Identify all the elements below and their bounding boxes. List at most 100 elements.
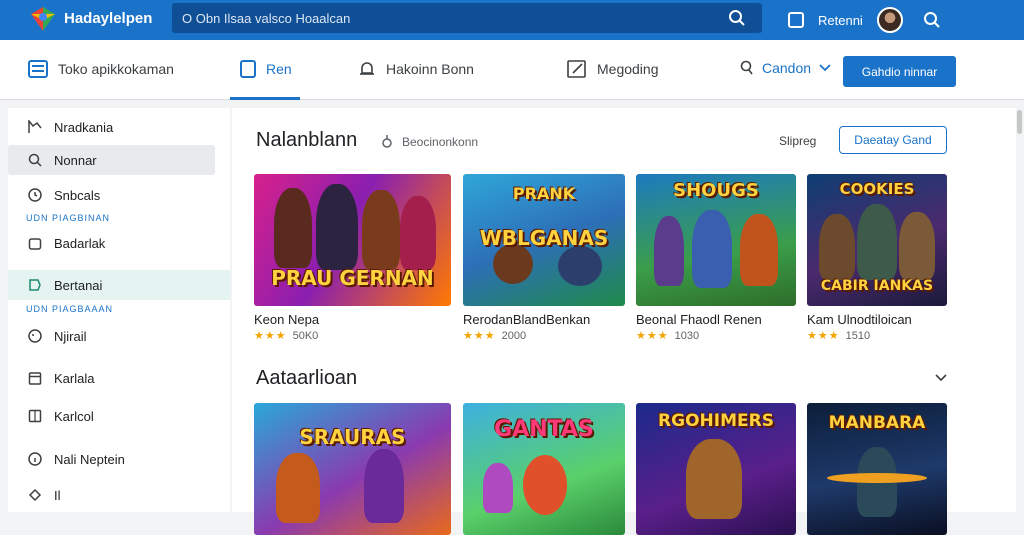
- sidebar-item-nonnar[interactable]: Nonnar: [8, 145, 215, 175]
- app-name: Hadaylelpen: [64, 10, 153, 27]
- phone-icon: [240, 60, 256, 78]
- app-card[interactable]: SHOUGS Beonal Fhaodl Renen ★★★ 1030: [636, 174, 796, 342]
- app-logo-icon[interactable]: [28, 4, 58, 34]
- app-rating: ★★★ 50K0: [254, 330, 319, 342]
- app-name: RerodanBlandBenkan: [463, 312, 591, 327]
- sidebar-item-bertanai[interactable]: Bertanai: [8, 270, 230, 300]
- sidebar-item-label: Badarlak: [54, 235, 106, 251]
- app-art-banner: COOKIES: [839, 180, 915, 198]
- app-art-title: MANBARA: [828, 413, 926, 433]
- sidebar-item-njirail[interactable]: Njirail: [8, 321, 230, 351]
- tab-candon[interactable]: Candon: [740, 60, 831, 76]
- app-card[interactable]: SRAURAS: [254, 403, 451, 535]
- search-input[interactable]: [182, 8, 712, 28]
- cta-button[interactable]: Gahdio ninnar: [843, 56, 956, 87]
- sidebar-item-label: Karlcol: [54, 408, 94, 424]
- tab-label: Hakoinn Bonn: [386, 61, 474, 77]
- diamond-icon: [28, 488, 42, 502]
- tab-ren[interactable]: Ren: [240, 60, 292, 78]
- nav-bar: Toko apikkokaman Ren Hakoinn Bonn Megodi…: [0, 40, 1024, 100]
- tab-megoding[interactable]: Megoding: [567, 60, 659, 78]
- section-subtitle: Beocinonkonn: [402, 135, 479, 149]
- user-name[interactable]: Retenni: [818, 13, 863, 28]
- app-thumbnail[interactable]: PRAU GERNAN: [254, 174, 451, 306]
- app-thumbnail[interactable]: SRAURAS: [254, 403, 451, 535]
- sidebar-item-karlcol[interactable]: Karlcol: [8, 401, 230, 431]
- see-more-link[interactable]: Slipreg: [779, 134, 816, 148]
- app-card[interactable]: RGOHIMERS: [636, 403, 796, 535]
- rating-stars-icon: ★★★: [636, 330, 669, 342]
- app-thumbnail[interactable]: PRANK WBLGANAS: [463, 174, 625, 306]
- sidebar-item-label: Njirail: [54, 328, 87, 344]
- info-icon: [382, 135, 392, 148]
- app-card[interactable]: COOKIES CABIR IANKAS Kam Ulnodtiloican ★…: [807, 174, 947, 342]
- tab-label: Megoding: [597, 61, 659, 77]
- app-art-title: WBLGANAS: [479, 226, 609, 250]
- sidebar-item-label: Bertanai: [54, 277, 103, 293]
- app-card[interactable]: PRAU GERNAN Keon Nepa ★★★ 50K0: [254, 174, 451, 342]
- search-icon[interactable]: [728, 9, 746, 27]
- sidebar-item-label: Il: [54, 487, 61, 503]
- app-thumbnail[interactable]: SHOUGS: [636, 174, 796, 306]
- rating-stars-icon: ★★★: [463, 330, 496, 342]
- grid-icon: [28, 409, 42, 423]
- app-card[interactable]: MANBARA: [807, 403, 947, 535]
- tab-label: Toko apikkokaman: [58, 61, 174, 77]
- menu-icon: [28, 60, 48, 78]
- app-rating: ★★★ 1030: [636, 330, 700, 342]
- info-icon: [28, 452, 42, 466]
- app-art-title: RGOHIMERS: [658, 411, 774, 431]
- section-action-button[interactable]: Daeatay Gand: [839, 126, 947, 154]
- sidebar-item-label: Snbcals: [54, 187, 101, 203]
- sidebar-item-snbcals[interactable]: Snbcals: [8, 180, 230, 210]
- app-thumbnail[interactable]: GANTAS: [463, 403, 625, 535]
- sidebar-group-label: UDN PIAGBAAAN: [26, 304, 114, 314]
- app-rating: ★★★ 2000: [463, 330, 527, 342]
- clock-icon: [28, 188, 42, 202]
- sidebar-item-label: Nonnar: [54, 152, 97, 168]
- tab-hakoinn[interactable]: Hakoinn Bonn: [358, 60, 474, 78]
- sidebar-item-label: Nradkania: [54, 119, 114, 135]
- app-art-title: SRAURAS: [299, 425, 406, 449]
- sidebar: Nradkania Nonnar Snbcals UDN PIAGBINAN B…: [8, 108, 230, 512]
- app-thumbnail[interactable]: COOKIES CABIR IANKAS: [807, 174, 947, 306]
- sidebar-item-nradkania[interactable]: Nradkania: [8, 112, 230, 142]
- app-card[interactable]: GANTAS: [463, 403, 625, 535]
- bell-icon: [360, 62, 374, 75]
- app-rating: ★★★ 1510: [807, 330, 871, 342]
- sidebar-item-label: Nali Neptein: [54, 451, 125, 467]
- section-title: Aataarlioan: [256, 367, 358, 389]
- scrollbar[interactable]: [1017, 110, 1022, 134]
- account-icon[interactable]: [788, 12, 804, 28]
- sidebar-group-label: UDN PIAGBINAN: [26, 213, 111, 223]
- main-content: Nalanblann Beocinonkonn Slipreg Daeatay …: [232, 108, 1016, 535]
- active-tab-indicator: [230, 97, 300, 100]
- rating-stars-icon: ★★★: [254, 330, 287, 342]
- chevron-down-icon[interactable]: [935, 374, 947, 382]
- chevron-down-icon: [819, 64, 831, 72]
- sidebar-item-badarlak[interactable]: Badarlak: [8, 228, 230, 258]
- tab-label: Ren: [266, 61, 292, 77]
- app-name: Kam Ulnodtiloican: [807, 312, 912, 327]
- palette-icon: [28, 329, 42, 343]
- tab-store[interactable]: Toko apikkokaman: [28, 60, 174, 78]
- app-name: Beonal Fhaodl Renen: [636, 312, 762, 327]
- search-icon[interactable]: [923, 11, 941, 29]
- rating-stars-icon: ★★★: [807, 330, 840, 342]
- avatar[interactable]: [876, 7, 903, 33]
- app-thumbnail[interactable]: MANBARA: [807, 403, 947, 535]
- section-title: Nalanblann: [256, 129, 358, 151]
- app-thumbnail[interactable]: RGOHIMERS: [636, 403, 796, 535]
- sidebar-item-karlala[interactable]: Karlala: [8, 363, 230, 393]
- app-card[interactable]: PRANK WBLGANAS RerodanBlandBenkan ★★★ 200…: [463, 174, 625, 342]
- app-art-title: GANTAS: [494, 417, 594, 442]
- app-art-banner: PRANK: [512, 184, 576, 203]
- app-art-title: SHOUGS: [673, 180, 759, 201]
- sidebar-item-nali-neptein[interactable]: Nali Neptein: [8, 444, 230, 474]
- sidebar-item-label: Karlala: [54, 370, 95, 386]
- top-bar: Hadaylelpen Retenni: [0, 0, 1024, 40]
- app-art-title: CABIR IANKAS: [820, 278, 934, 294]
- edit-icon: [567, 60, 586, 78]
- sidebar-item-il[interactable]: Il: [8, 480, 230, 510]
- app-name: Keon Nepa: [254, 312, 320, 327]
